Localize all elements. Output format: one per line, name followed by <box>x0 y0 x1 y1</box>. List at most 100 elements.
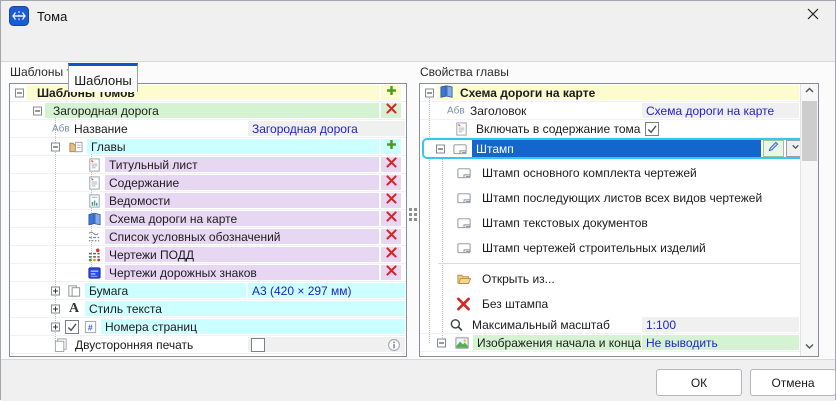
collapse-icon[interactable] <box>33 106 42 115</box>
tree-row-duplex[interactable]: Двусторонняя печать <box>10 336 406 354</box>
tree-row-chapter[interactable]: Ведомости <box>10 192 406 210</box>
chapter-label[interactable]: Ведомости <box>105 193 379 208</box>
plus-icon <box>385 138 398 156</box>
ok-button[interactable]: ОК <box>656 369 742 396</box>
row-label[interactable]: Главы <box>87 139 379 154</box>
legend-icon <box>87 229 102 244</box>
chapter-label[interactable]: Содержание <box>105 175 379 190</box>
delete-chapter-button[interactable] <box>381 175 401 190</box>
stamp-option-label[interactable]: Штамп чертежей строительных изделий <box>478 236 794 259</box>
delete-chapter-button[interactable] <box>381 157 401 172</box>
stamp-option[interactable]: Штамп чертежей строительных изделий <box>420 235 818 260</box>
letter-a-icon: A <box>69 301 79 317</box>
open-from-option[interactable]: Открыть из... <box>420 266 818 291</box>
no-stamp-option[interactable]: Без штампа <box>420 291 818 316</box>
collapse-icon[interactable] <box>15 88 24 97</box>
stamp-option-label[interactable]: Штамп текстовых документов <box>478 211 794 234</box>
chapter-label[interactable]: Схема дороги на карте <box>105 211 379 226</box>
tree-row-chapter[interactable]: Чертежи дорожных знаков <box>10 264 406 282</box>
tree-row-chapter-root[interactable]: Схема дороги на карте <box>420 84 818 102</box>
expand-icon[interactable] <box>51 286 60 295</box>
delete-chapter-button[interactable] <box>381 265 401 280</box>
duplex-checkbox[interactable] <box>251 338 265 352</box>
property-label: Название <box>70 121 247 136</box>
info-icon[interactable] <box>387 338 401 352</box>
close-button[interactable] <box>790 1 835 31</box>
stamp-icon <box>456 190 472 205</box>
panel-splitter[interactable] <box>407 201 419 227</box>
delete-template-button[interactable] <box>381 103 401 118</box>
tree-row-chapter[interactable]: Содержание <box>10 174 406 192</box>
tree-row-name[interactable]: Абв Название Загородная дорога <box>10 120 406 138</box>
text-property-icon: Абв <box>52 123 70 134</box>
tree-row-template[interactable]: Загородная дорога <box>10 102 406 120</box>
images-value[interactable]: Не выводить <box>642 335 799 350</box>
delete-chapter-button[interactable] <box>381 247 401 262</box>
chapter-label[interactable]: Титульный лист <box>105 157 379 172</box>
collapse-icon[interactable] <box>425 88 434 97</box>
tab-templates[interactable]: Шаблоны <box>68 63 138 92</box>
tree-row-stamp-selected[interactable]: Штамп <box>420 138 818 160</box>
scroll-up-button[interactable] <box>801 84 818 100</box>
no-stamp-label[interactable]: Без штампа <box>478 292 794 315</box>
tree-row-include-contents[interactable]: Включать в содержание тома <box>420 120 818 138</box>
add-template-button[interactable] <box>381 85 401 100</box>
arrow-up-icon <box>803 83 816 101</box>
chapter-label[interactable]: Чертежи ПОДД <box>105 247 379 262</box>
header-value[interactable]: Схема дороги на карте <box>642 103 799 118</box>
tree-row-chapter[interactable]: Схема дороги на карте <box>10 210 406 228</box>
chapter-label[interactable]: Список условных обозначений <box>105 229 379 244</box>
property-label[interactable]: Бумага <box>85 283 246 298</box>
stamp-option[interactable]: Штамп текстовых документов <box>420 210 818 235</box>
tree-row-paper[interactable]: Бумага А3 (420 × 297 мм) <box>10 282 406 300</box>
open-from-label[interactable]: Открыть из... <box>478 267 794 290</box>
svg-text:#: # <box>88 322 93 332</box>
podd-drawings-icon <box>87 247 102 262</box>
row-label[interactable]: Загородная дорога <box>45 103 379 118</box>
stamp-selected-label[interactable]: Штамп <box>472 140 761 157</box>
expand-icon[interactable] <box>51 322 60 331</box>
collapse-icon[interactable] <box>437 338 446 347</box>
road-signs-icon <box>87 265 102 280</box>
stamp-option[interactable]: Штамп последующих листов всех видов черт… <box>420 185 818 210</box>
include-contents-checkbox[interactable] <box>645 122 659 136</box>
tree-row-images[interactable]: Изображения начала и конца Не выводить <box>420 334 818 352</box>
delete-icon <box>385 228 398 246</box>
property-label[interactable]: Изображения начала и конца <box>473 335 641 350</box>
image-icon <box>454 335 470 350</box>
tree-row-chapter[interactable]: Список условных обозначений <box>10 228 406 246</box>
paper-format-value[interactable]: А3 (420 × 297 мм) <box>248 283 405 298</box>
property-label[interactable]: Номера страниц <box>101 319 405 334</box>
collapse-icon[interactable] <box>436 145 445 154</box>
tree-row-page-numbers[interactable]: # Номера страниц <box>10 318 406 336</box>
edit-stamp-button[interactable] <box>763 140 784 157</box>
tree-row-text-style[interactable]: A Стиль текста <box>10 300 406 318</box>
template-name-value[interactable]: Загородная дорога <box>248 121 405 136</box>
delete-chapter-button[interactable] <box>381 193 401 208</box>
tree-row-chapter[interactable]: Титульный лист <box>10 156 406 174</box>
stamp-option-label[interactable]: Штамп последующих листов всех видов черт… <box>478 186 794 209</box>
tree-row-chapters[interactable]: Главы <box>10 138 406 156</box>
property-label: Двусторонняя печать <box>71 337 247 352</box>
chapter-label[interactable]: Чертежи дорожных знаков <box>105 265 379 280</box>
collapse-icon[interactable] <box>51 142 60 151</box>
delete-chapter-button[interactable] <box>381 211 401 226</box>
stamp-icon <box>456 240 472 255</box>
stamp-option[interactable]: Штамп основного комплекта чертежей <box>420 160 818 185</box>
row-label[interactable]: Схема дороги на карте <box>437 85 799 100</box>
tree-row-max-scale[interactable]: Максимальный масштаб 1:100 <box>420 316 818 334</box>
cancel-button[interactable]: Отмена <box>750 369 836 396</box>
add-chapter-button[interactable] <box>381 139 401 154</box>
contents-icon <box>87 175 102 190</box>
max-scale-value[interactable]: 1:100 <box>642 317 799 332</box>
property-label[interactable]: Стиль текста <box>85 301 405 316</box>
stamp-option-label[interactable]: Штамп основного комплекта чертежей <box>478 161 794 184</box>
page-numbers-checkbox[interactable] <box>65 320 79 334</box>
expand-icon[interactable] <box>51 304 60 313</box>
scrollbar[interactable] <box>800 84 818 356</box>
delete-chapter-button[interactable] <box>381 229 401 244</box>
scrollbar-thumb[interactable] <box>802 101 817 161</box>
tree-row-chapter[interactable]: Чертежи ПОДД <box>10 246 406 264</box>
scroll-down-button[interactable] <box>801 340 818 356</box>
tree-row-header[interactable]: Абв Заголовок Схема дороги на карте <box>420 102 818 120</box>
